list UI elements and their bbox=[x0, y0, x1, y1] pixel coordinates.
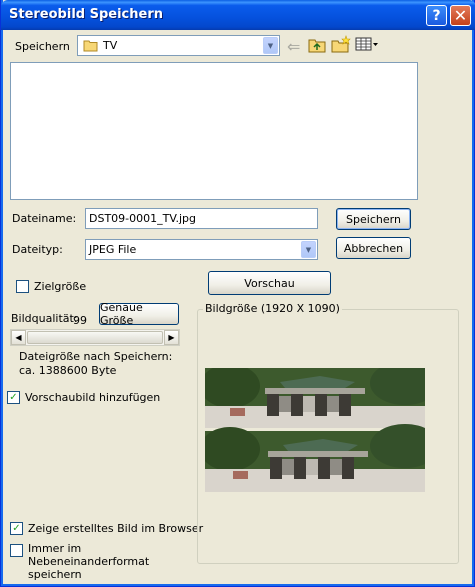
exact-size-button[interactable]: Genaue Größe bbox=[99, 301, 179, 327]
quality-slider[interactable]: ◀ ▶ bbox=[10, 329, 180, 346]
view-menu-icon[interactable] bbox=[355, 37, 379, 54]
quality-value: 99 bbox=[73, 314, 87, 327]
help-icon[interactable]: ? bbox=[426, 5, 447, 26]
stereo-preview-image bbox=[200, 361, 440, 492]
slider-left-arrow-icon[interactable]: ◀ bbox=[11, 330, 26, 345]
window-title: Stereobild Speichern bbox=[9, 7, 163, 22]
file-list[interactable] bbox=[10, 62, 418, 200]
slider-right-arrow-icon[interactable]: ▶ bbox=[164, 330, 179, 345]
folder-icon bbox=[83, 39, 99, 55]
save-in-label: Speichern bbox=[15, 40, 70, 53]
filename-value: DST09-0001_TV.jpg bbox=[89, 212, 196, 225]
add-thumbnail-checkbox[interactable]: ✓ bbox=[7, 391, 20, 404]
image-size-label: Bildgröße (1920 X 1090) bbox=[203, 302, 342, 315]
filetype-select[interactable]: JPEG File ▼ bbox=[85, 239, 318, 260]
side-by-side-checkbox[interactable] bbox=[10, 544, 23, 557]
title-bar[interactable]: Stereobild Speichern ? ✕ bbox=[1, 0, 475, 30]
quality-label: Bildqualität: bbox=[11, 312, 78, 325]
close-icon[interactable]: ✕ bbox=[450, 5, 471, 26]
target-size-label: Zielgröße bbox=[34, 280, 87, 293]
filetype-label: Dateityp: bbox=[12, 243, 63, 256]
chevron-down-icon[interactable]: ▼ bbox=[301, 241, 316, 258]
filesize-label: Dateigröße nach Speichern: bbox=[19, 350, 173, 363]
filesize-value: ca. 1388600 Byte bbox=[19, 364, 117, 377]
show-in-browser-label: Zeige erstelltes Bild im Browser bbox=[28, 522, 204, 535]
target-size-checkbox[interactable] bbox=[16, 280, 29, 293]
filename-label: Dateiname: bbox=[12, 212, 77, 225]
add-thumbnail-label: Vorschaubild hinzufügen bbox=[25, 391, 161, 404]
filename-input[interactable]: DST09-0001_TV.jpg bbox=[85, 208, 318, 229]
slider-thumb[interactable] bbox=[27, 331, 163, 344]
new-folder-icon[interactable] bbox=[331, 35, 351, 56]
preview-button[interactable]: Vorschau bbox=[208, 271, 331, 295]
side-by-side-label: Immer im Nebeneinanderformat speichern bbox=[28, 542, 150, 581]
save-dialog: Stereobild Speichern ? ✕ Speichern TV ▼ … bbox=[0, 0, 475, 587]
up-folder-icon[interactable] bbox=[308, 37, 326, 56]
chevron-down-icon[interactable]: ▼ bbox=[263, 37, 278, 54]
filetype-value: JPEG File bbox=[89, 243, 137, 256]
save-in-combo[interactable]: TV ▼ bbox=[77, 35, 280, 56]
save-in-value: TV bbox=[103, 39, 118, 52]
show-in-browser-checkbox[interactable]: ✓ bbox=[10, 522, 23, 535]
save-button[interactable]: Speichern bbox=[336, 208, 411, 230]
cancel-button[interactable]: Abbrechen bbox=[336, 237, 411, 259]
back-arrow-icon[interactable]: ⇐ bbox=[287, 37, 300, 56]
